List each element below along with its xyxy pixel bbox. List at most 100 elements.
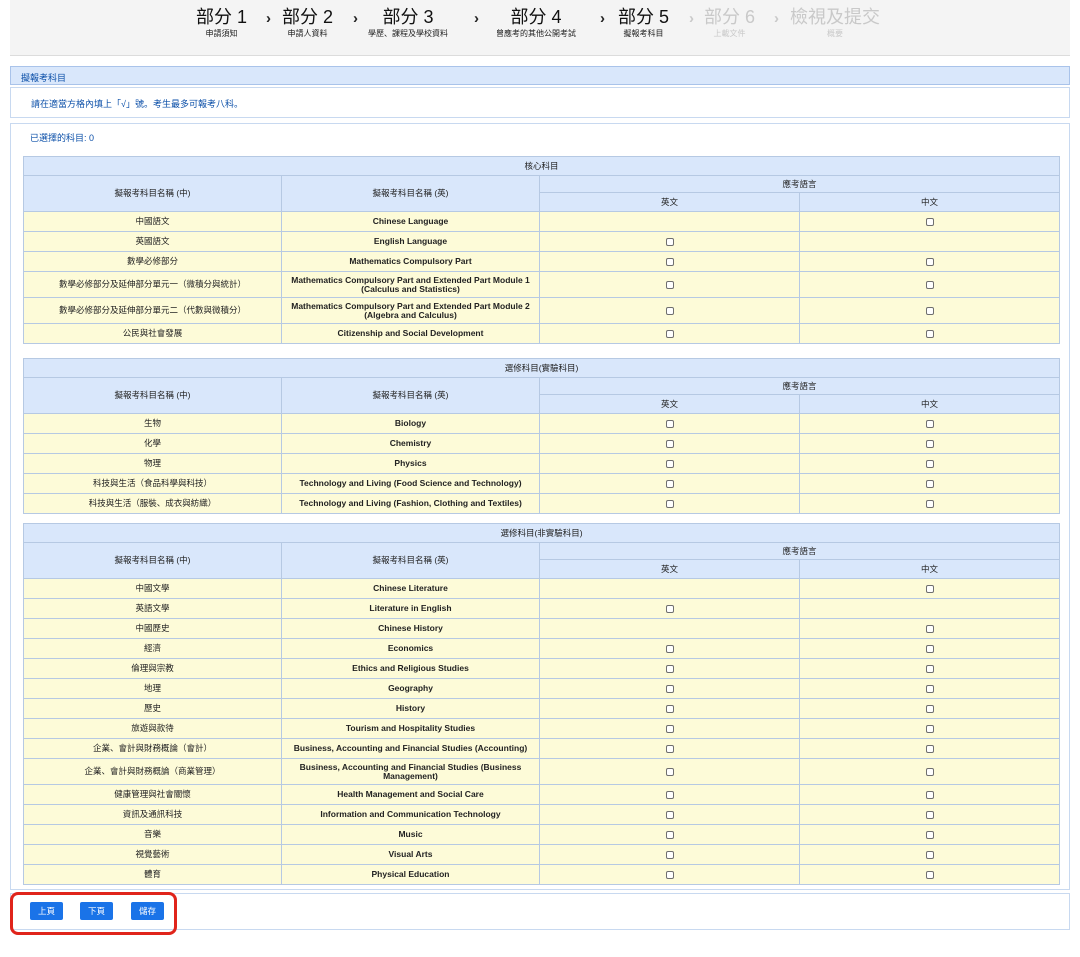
chinese-checkbox[interactable] [925, 217, 934, 226]
progress-stepper: 部分 1 申請須知 › 部分 2 申請人資料 › 部分 3 學歷、課程及學校資料… [10, 0, 1070, 56]
chinese-checkbox[interactable] [925, 724, 934, 733]
step-4[interactable]: 部分 4 曾應考的其他公開考試 [496, 6, 576, 40]
english-checkbox[interactable] [665, 306, 674, 315]
subject-name-zh: 資訊及通訊科技 [23, 804, 282, 825]
step-1[interactable]: 部分 1 申請須知 [196, 6, 247, 40]
english-checkbox[interactable] [665, 479, 674, 488]
english-option-cell [539, 698, 800, 719]
step-6-subtitle: 上載文件 [713, 29, 746, 38]
step-review-title: 檢視及提交 [790, 7, 880, 27]
english-checkbox[interactable] [665, 280, 674, 289]
previous-page-button[interactable]: 上頁 [30, 902, 63, 920]
chinese-checkbox[interactable] [925, 280, 934, 289]
chinese-option-cell [798, 864, 1061, 885]
subject-name-en: Music [281, 824, 540, 845]
step-5-title: 部分 5 [618, 7, 670, 27]
column-header-name-en: 擬報考科目名稱 (英) [281, 542, 540, 579]
subject-name-en: Chinese Literature [281, 578, 540, 599]
selected-count: 已選擇的科目: 0 [30, 131, 94, 144]
english-checkbox[interactable] [665, 644, 674, 653]
step-2[interactable]: 部分 2 申請人資料 [282, 6, 333, 40]
english-checkbox[interactable] [665, 664, 674, 673]
chinese-checkbox[interactable] [925, 767, 934, 776]
english-checkbox[interactable] [665, 870, 674, 879]
chinese-checkbox[interactable] [925, 624, 934, 633]
chinese-checkbox[interactable] [925, 704, 934, 713]
chinese-checkbox[interactable] [925, 830, 934, 839]
english-checkbox[interactable] [665, 830, 674, 839]
english-checkbox[interactable] [665, 257, 674, 266]
table-row: 企業、會計與財務概論（商業管理） Business, Accounting and… [23, 758, 1061, 785]
english-option-cell [539, 718, 800, 739]
chinese-checkbox[interactable] [925, 439, 934, 448]
chinese-checkbox[interactable] [925, 329, 934, 338]
subject-name-zh: 中國文學 [23, 578, 282, 599]
subject-name-zh: 英語文學 [23, 598, 282, 619]
english-checkbox[interactable] [665, 744, 674, 753]
elective-lab-subjects-table: 選修科目(實驗科目) 擬報考科目名稱 (中) 擬報考科目名稱 (英) 應考語言 英文 中文… [22, 358, 1061, 514]
chinese-checkbox[interactable] [925, 790, 934, 799]
english-checkbox[interactable] [665, 810, 674, 819]
chinese-checkbox[interactable] [925, 499, 934, 508]
english-option-cell [539, 493, 800, 514]
step-5-current[interactable]: 部分 5 擬報考科目 [618, 6, 669, 40]
english-option-cell [539, 297, 800, 324]
chinese-checkbox[interactable] [925, 644, 934, 653]
column-header-name-en: 擬報考科目名稱 (英) [281, 175, 540, 212]
chinese-option-cell [798, 738, 1061, 759]
chinese-checkbox[interactable] [925, 584, 934, 593]
english-option-cell [539, 231, 800, 252]
table-caption: 核心科目 [22, 156, 1061, 176]
chinese-checkbox[interactable] [925, 850, 934, 859]
column-header-language: 應考語言 [538, 377, 1061, 395]
save-button[interactable]: 儲存 [131, 902, 164, 920]
chinese-checkbox[interactable] [925, 664, 934, 673]
subject-name-en: Health Management and Social Care [281, 784, 540, 805]
english-checkbox[interactable] [665, 850, 674, 859]
chevron-right-icon: › [266, 10, 271, 27]
english-option-cell [539, 784, 800, 805]
chinese-checkbox[interactable] [925, 810, 934, 819]
core-subjects-table: 核心科目 擬報考科目名稱 (中) 擬報考科目名稱 (英) 應考語言 英文 中文 中國語文 Ch… [22, 156, 1061, 344]
step-review-submit: 檢視及提交 概要 [790, 6, 880, 40]
chinese-checkbox[interactable] [925, 479, 934, 488]
table-row: 科技與生活（服裝、成衣與紡織） Technology and Living (Fa… [23, 493, 1061, 514]
step-4-title: 部分 4 [510, 7, 562, 27]
chinese-option-cell [798, 297, 1061, 324]
english-option-cell [539, 578, 800, 599]
english-checkbox[interactable] [665, 604, 674, 613]
chinese-option-cell [798, 598, 1061, 619]
subject-name-zh: 企業、會計與財務概論（會計） [23, 738, 282, 759]
chinese-checkbox[interactable] [925, 744, 934, 753]
english-option-cell [539, 738, 800, 759]
chinese-checkbox[interactable] [925, 419, 934, 428]
english-checkbox[interactable] [665, 704, 674, 713]
chinese-checkbox[interactable] [925, 870, 934, 879]
subject-name-en: Chinese History [281, 618, 540, 639]
subject-name-en: English Language [281, 231, 540, 252]
english-checkbox[interactable] [665, 237, 674, 246]
chevron-right-icon: › [600, 10, 605, 27]
subject-name-zh: 倫理與宗教 [23, 658, 282, 679]
english-checkbox[interactable] [665, 724, 674, 733]
step-3[interactable]: 部分 3 學歷、課程及學校資料 [368, 6, 448, 40]
english-checkbox[interactable] [665, 459, 674, 468]
english-option-cell [539, 453, 800, 474]
step-3-title: 部分 3 [382, 7, 434, 27]
chinese-checkbox[interactable] [925, 306, 934, 315]
chinese-checkbox[interactable] [925, 684, 934, 693]
english-checkbox[interactable] [665, 684, 674, 693]
english-checkbox[interactable] [665, 499, 674, 508]
english-checkbox[interactable] [665, 419, 674, 428]
english-checkbox[interactable] [665, 439, 674, 448]
english-checkbox[interactable] [665, 790, 674, 799]
chinese-checkbox[interactable] [925, 257, 934, 266]
table-row: 數學必修部分及延伸部分單元二（代數與微積分） Mathematics Compul… [23, 297, 1061, 324]
english-checkbox[interactable] [665, 767, 674, 776]
english-checkbox[interactable] [665, 329, 674, 338]
english-option-cell [539, 473, 800, 494]
step-2-subtitle: 申請人資料 [287, 29, 328, 38]
next-page-button[interactable]: 下頁 [80, 902, 113, 920]
chinese-checkbox[interactable] [925, 459, 934, 468]
chinese-option-cell [798, 473, 1061, 494]
